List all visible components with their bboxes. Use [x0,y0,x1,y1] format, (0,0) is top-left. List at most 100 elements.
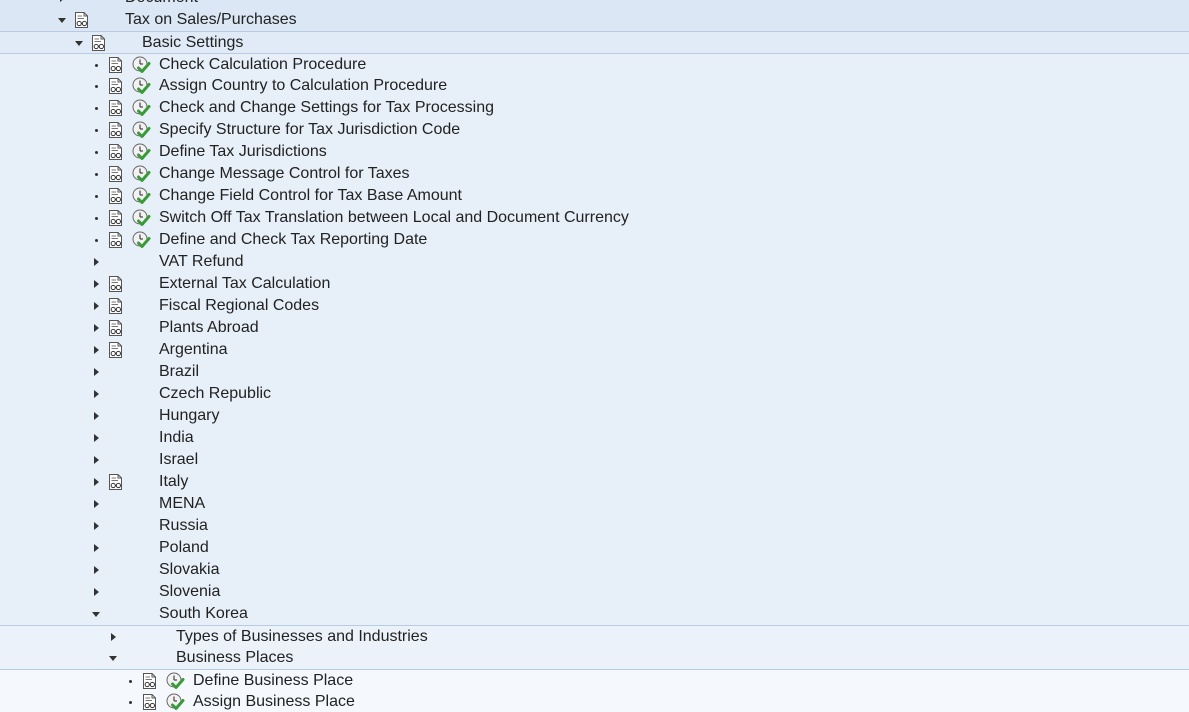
tree-row[interactable]: Israel [0,449,1189,471]
expand-triangle-icon[interactable] [91,383,101,405]
tree-row[interactable]: Specify Structure for Tax Jurisdiction C… [0,119,1189,141]
tree-row[interactable]: Brazil [0,361,1189,383]
tree-node-label[interactable]: External Tax Calculation [159,273,330,295]
tree-node-label[interactable]: Check Calculation Procedure [159,54,366,76]
tree-row[interactable]: External Tax Calculation [0,273,1189,295]
expand-triangle-icon[interactable] [108,626,118,648]
execute-activity-icon[interactable] [131,54,153,76]
documentation-icon[interactable] [90,32,109,54]
tree-node-label[interactable]: Hungary [159,405,219,427]
expand-triangle-icon[interactable] [91,361,101,383]
tree-node-label[interactable]: Czech Republic [159,383,271,405]
expand-triangle-icon[interactable] [91,251,101,273]
expand-triangle-icon[interactable] [91,471,101,493]
tree-node-label[interactable]: Business Places [176,647,293,669]
documentation-icon[interactable] [107,317,126,339]
tree-row[interactable]: Argentina [0,339,1189,361]
tree-row[interactable]: South Korea [0,603,1189,625]
tree-node-label[interactable]: Check and Change Settings for Tax Proces… [159,97,494,119]
tree-node-label[interactable]: Israel [159,449,198,471]
documentation-icon[interactable] [107,229,126,251]
tree-row[interactable]: Slovakia [0,559,1189,581]
tree-row[interactable]: Check and Change Settings for Tax Proces… [0,97,1189,119]
tree-row[interactable]: Russia [0,515,1189,537]
tree-row[interactable]: Slovenia [0,581,1189,603]
tree-row[interactable]: Switch Off Tax Translation between Local… [0,207,1189,229]
tree-row[interactable]: Tax on Sales/Purchases [0,9,1189,31]
tree-row[interactable]: MENA [0,493,1189,515]
tree-node-label[interactable]: Assign Business Place [193,691,355,712]
documentation-icon[interactable] [107,75,126,97]
tree-node-label[interactable]: VAT Refund [159,251,244,273]
execute-activity-icon[interactable] [131,141,153,163]
tree-node-label[interactable]: Define Business Place [193,670,353,692]
expand-triangle-icon[interactable] [91,559,101,581]
tree-row[interactable]: Check Calculation Procedure [0,53,1189,76]
tree-node-label[interactable]: Define Tax Jurisdictions [159,141,327,163]
tree-row[interactable]: India [0,427,1189,449]
execute-activity-icon[interactable] [131,207,153,229]
tree-row[interactable]: Assign Country to Calculation Procedure [0,75,1189,97]
execute-activity-icon[interactable] [131,75,153,97]
expand-triangle-icon[interactable] [91,427,101,449]
collapse-triangle-icon[interactable] [74,32,84,54]
tree-node-label[interactable]: Assign Country to Calculation Procedure [159,75,447,97]
expand-triangle-icon[interactable] [91,405,101,427]
tree-row[interactable]: Hungary [0,405,1189,427]
expand-triangle-icon[interactable] [91,317,101,339]
tree-node-label[interactable]: Brazil [159,361,199,383]
execute-activity-icon[interactable] [131,119,153,141]
documentation-icon[interactable] [107,339,126,361]
collapse-triangle-icon[interactable] [57,9,67,31]
tree-row[interactable]: Business Places [0,647,1189,669]
expand-triangle-icon[interactable] [91,493,101,515]
execute-activity-icon[interactable] [131,163,153,185]
tree-node-label[interactable]: Slovenia [159,581,220,603]
tree-node-label[interactable]: India [159,427,194,449]
documentation-icon[interactable] [141,670,160,692]
tree-row[interactable]: Define and Check Tax Reporting Date [0,229,1189,251]
expand-triangle-icon[interactable] [91,295,101,317]
expand-triangle-icon[interactable] [91,581,101,603]
tree-node-label[interactable]: Basic Settings [142,32,243,54]
tree-row[interactable]: Define Business Place [0,669,1189,692]
documentation-icon[interactable] [107,119,126,141]
execute-activity-icon[interactable] [131,97,153,119]
tree-node-label[interactable]: Poland [159,537,209,559]
collapse-triangle-icon[interactable] [108,647,118,669]
documentation-icon[interactable] [107,207,126,229]
tree-node-label[interactable]: Italy [159,471,188,493]
tree-row[interactable]: Poland [0,537,1189,559]
tree-row[interactable]: Basic Settings [0,31,1189,54]
collapse-triangle-icon[interactable] [91,603,101,625]
documentation-icon[interactable] [107,273,126,295]
tree-node-label[interactable]: Change Field Control for Tax Base Amount [159,185,462,207]
tree-node-label[interactable]: South Korea [159,603,248,625]
tree-row[interactable]: Czech Republic [0,383,1189,405]
tree-row[interactable]: Document [0,0,1189,9]
expand-triangle-icon[interactable] [91,339,101,361]
documentation-icon[interactable] [107,163,126,185]
tree-node-label[interactable]: Argentina [159,339,228,361]
tree-row[interactable]: VAT Refund [0,251,1189,273]
tree-node-label[interactable]: Plants Abroad [159,317,259,339]
tree-node-label[interactable]: Specify Structure for Tax Jurisdiction C… [159,119,460,141]
tree-row[interactable]: Plants Abroad [0,317,1189,339]
tree-row[interactable]: Change Field Control for Tax Base Amount [0,185,1189,207]
execute-activity-icon[interactable] [165,691,187,712]
expand-triangle-icon[interactable] [91,273,101,295]
tree-node-label[interactable]: Types of Businesses and Industries [176,626,428,648]
tree-node-label[interactable]: Switch Off Tax Translation between Local… [159,207,629,229]
documentation-icon[interactable] [107,54,126,76]
tree-node-label[interactable]: Change Message Control for Taxes [159,163,410,185]
documentation-icon[interactable] [107,471,126,493]
tree-row[interactable]: Define Tax Jurisdictions [0,141,1189,163]
tree-row[interactable]: Assign Business Place [0,691,1189,712]
tree-row[interactable]: Change Message Control for Taxes [0,163,1189,185]
documentation-icon[interactable] [107,141,126,163]
documentation-icon[interactable] [107,97,126,119]
documentation-icon[interactable] [107,185,126,207]
execute-activity-icon[interactable] [165,670,187,692]
tree-node-label[interactable]: Document [125,0,198,9]
execute-activity-icon[interactable] [131,229,153,251]
